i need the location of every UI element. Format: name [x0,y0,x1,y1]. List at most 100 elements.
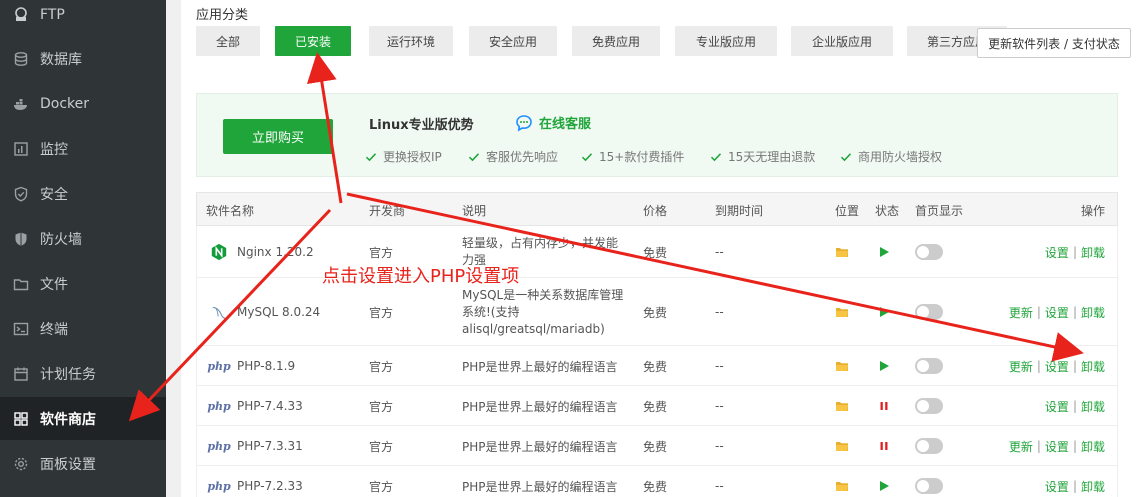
ops-cell: 更新 | 设置 | 卸载 [1008,438,1105,455]
promo-feature-text: 商用防火墙授权 [858,150,943,164]
developer-cell: 官方 [369,359,394,374]
expire-cell: -- [715,399,724,413]
sidebar-item-files[interactable]: 文件 [0,262,166,305]
refresh-software-list-button[interactable]: 更新软件列表 / 支付状态 [977,28,1131,58]
uninstall-link[interactable]: 卸载 [1081,478,1105,495]
sidebar-item-docker[interactable]: Docker [0,82,166,125]
uninstall-link[interactable]: 卸载 [1081,398,1105,415]
home-display-toggle[interactable] [915,386,943,426]
header-developer: 开发商 [369,203,406,218]
sidebar-item-label: Docker [40,95,90,112]
running-play-icon[interactable] [877,278,891,346]
category-free[interactable]: 免费应用 [572,26,660,56]
category-pro[interactable]: 专业版应用 [675,26,777,56]
table-row: MySQL 8.0.24 官方 MySQL是一种关系数据库管理系统!(支持ali… [196,278,1118,346]
description-cell: PHP是世界上最好的编程语言 [462,439,618,454]
price-cell: 免费 [643,245,668,260]
settings-link[interactable]: 设置 [1045,358,1069,375]
developer-cell: 官方 [369,305,394,320]
promo-feature-text: 更换授权IP [383,150,442,164]
open-folder-icon[interactable] [835,346,849,386]
sidebar-item-label: FTP [40,6,65,23]
settings-link[interactable]: 设置 [1045,304,1069,321]
php-icon: php [207,359,231,373]
category-runtime[interactable]: 运行环境 [369,26,453,56]
header-state: 状态 [875,203,900,218]
update-link[interactable]: 更新 [1009,438,1033,455]
sidebar-item-label: 数据库 [40,51,82,68]
calendar-icon [12,365,30,383]
table-row: php PHP-7.3.31 官方 PHP是世界上最好的编程语言 免费 -- 更… [196,426,1118,466]
sidebar-item-monitor[interactable]: 监控 [0,127,166,170]
sidebar-item-terminal[interactable]: 终端 [0,307,166,350]
table-row: php PHP-7.4.33 官方 PHP是世界上最好的编程语言 免费 -- 设… [196,386,1118,426]
developer-cell: 官方 [369,439,394,454]
sidebar-item-security[interactable]: 安全 [0,172,166,215]
buy-now-button[interactable]: 立即购买 [223,119,333,154]
home-display-toggle[interactable] [915,426,943,466]
header-home-display: 首页显示 [915,203,964,218]
open-folder-icon[interactable] [835,278,849,346]
open-folder-icon[interactable] [835,466,849,497]
price-cell: 免费 [643,399,668,414]
sidebar-item-settings[interactable]: 面板设置 [0,442,166,485]
check-icon [840,152,852,161]
ops-cell: 设置 | 卸载 [1044,244,1105,261]
ftp-icon [12,6,30,24]
running-play-icon[interactable] [877,346,891,386]
running-play-icon[interactable] [877,226,891,278]
header-description: 说明 [462,203,487,218]
sidebar-item-firewall[interactable]: 防火墙 [0,217,166,260]
software-name: MySQL 8.0.24 [237,305,321,319]
price-cell: 免费 [643,359,668,374]
settings-link[interactable]: 设置 [1045,438,1069,455]
software-name-cell: Nginx 1.20.2 [209,226,314,278]
home-display-toggle[interactable] [915,226,943,278]
settings-link[interactable]: 设置 [1045,478,1069,495]
uninstall-link[interactable]: 卸载 [1081,304,1105,321]
sidebar-item-database[interactable]: 数据库 [0,37,166,80]
software-name-cell: php PHP-7.2.33 [207,466,302,497]
sidebar-item-label: 面板设置 [40,456,96,473]
php-icon: php [207,399,231,413]
developer-cell: 官方 [369,399,394,414]
description-cell: PHP是世界上最好的编程语言 [462,359,618,374]
promo-feature: 更换授权IP [365,148,442,165]
price-cell: 免费 [643,439,668,454]
sidebar-item-software-store[interactable]: 软件商店 [0,397,166,440]
open-folder-icon[interactable] [835,386,849,426]
settings-link[interactable]: 设置 [1045,244,1069,261]
open-folder-icon[interactable] [835,226,849,278]
stopped-pause-icon[interactable] [877,426,891,466]
online-service-link[interactable]: 在线客服 [515,113,591,132]
update-link[interactable]: 更新 [1009,304,1033,321]
terminal-icon [12,320,30,338]
sidebar-item-ftp[interactable]: FTP [0,0,166,36]
settings-link[interactable]: 设置 [1045,398,1069,415]
category-installed[interactable]: 已安装 [275,26,351,56]
uninstall-link[interactable]: 卸载 [1081,358,1105,375]
monitor-icon [12,140,30,158]
home-display-toggle[interactable] [915,278,943,346]
home-display-toggle[interactable] [915,466,943,497]
annotation-text: 点击设置进入PHP设置项 [322,266,520,287]
expire-cell: -- [715,245,724,259]
category-security[interactable]: 安全应用 [469,26,557,56]
open-folder-icon[interactable] [835,426,849,466]
running-play-icon[interactable] [877,466,891,497]
php-icon: php [207,479,231,493]
expire-cell: -- [715,305,724,319]
home-display-toggle[interactable] [915,346,943,386]
sidebar-item-cron[interactable]: 计划任务 [0,352,166,395]
update-link[interactable]: 更新 [1009,358,1033,375]
software-name: PHP-8.1.9 [237,359,296,373]
category-enterprise[interactable]: 企业版应用 [791,26,893,56]
promo-feature-text: 客服优先响应 [486,150,559,164]
stopped-pause-icon[interactable] [877,386,891,426]
category-all[interactable]: 全部 [196,26,260,56]
promo-feature: 商用防火墙授权 [840,148,942,165]
promo-feature-text: 15天无理由退款 [728,150,816,164]
uninstall-link[interactable]: 卸载 [1081,244,1105,261]
promo-title: Linux专业版优势 [369,118,474,133]
uninstall-link[interactable]: 卸载 [1081,438,1105,455]
